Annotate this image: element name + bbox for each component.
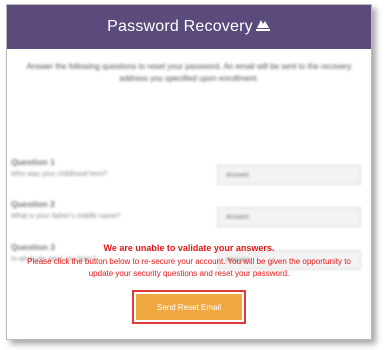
answer-2-input[interactable]: [217, 207, 361, 227]
error-message: Please click the button below to re-secu…: [27, 257, 351, 278]
send-reset-email-button[interactable]: Send Reset Email: [136, 294, 242, 320]
header-bar: Password Recovery: [7, 5, 371, 49]
question-text: Who was your childhood hero?: [11, 171, 108, 178]
brand-logo-icon: [255, 17, 271, 33]
intro-text: Answer the following questions to reset …: [26, 62, 352, 83]
question-2: Question 2 What is your father's middle …: [11, 199, 361, 235]
question-1: Question 1 Who was your childhood hero?: [11, 157, 361, 193]
question-title: Question 2: [11, 199, 55, 209]
question-title: Question 1: [11, 157, 55, 167]
answer-1-input[interactable]: [217, 165, 361, 185]
page-title: Password Recovery: [107, 18, 253, 35]
error-title: We are unable to validate your answers.: [103, 243, 275, 253]
question-text: What is your father's middle name?: [11, 213, 121, 220]
password-recovery-panel: Password Recovery Answer the following q…: [6, 4, 372, 340]
send-button-highlight: Send Reset Email: [132, 290, 246, 324]
security-questions-section: Answer the following questions to reset …: [7, 61, 371, 270]
